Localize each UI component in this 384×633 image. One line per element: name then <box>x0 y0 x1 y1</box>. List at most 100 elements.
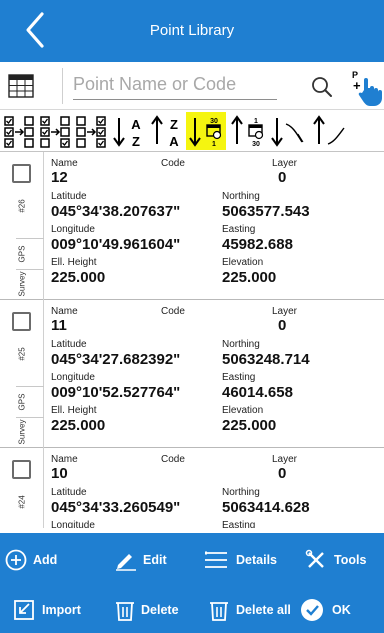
card-side: #24 <box>0 448 44 528</box>
svg-text:30: 30 <box>210 118 218 125</box>
longitude-label: Longitude <box>51 224 95 235</box>
point-index: #25 <box>17 347 27 361</box>
point-card[interactable]: #24 Name 10 Code Layer 0 Latitude 045°34… <box>0 448 384 528</box>
app-header: Point Library <box>0 0 384 62</box>
add-label: Add <box>33 553 58 567</box>
point-elevation: 225.000 <box>222 269 277 286</box>
point-latitude: 045°34'33.260549" <box>51 499 181 516</box>
gps-tab[interactable]: GPS <box>18 246 27 263</box>
longitude-label: Longitude <box>51 372 95 383</box>
sort-az-icon[interactable]: A Z <box>112 112 146 150</box>
tools-icon <box>305 549 324 568</box>
svg-text:Z: Z <box>132 134 140 149</box>
layer-label: Layer <box>272 454 298 465</box>
tools-label: Tools <box>334 553 367 567</box>
elevation-label: Elevation <box>222 405 264 416</box>
latitude-label: Latitude <box>51 339 87 350</box>
point-easting: 46014.658 <box>222 384 293 401</box>
import-label: Import <box>42 603 81 617</box>
details-label: Details <box>236 553 277 567</box>
card-side: #25 GPS Survey <box>0 300 44 448</box>
name-label: Name <box>51 306 78 317</box>
import-icon <box>14 600 34 620</box>
longitude-label: Longitude <box>51 520 95 528</box>
easting-label: Easting <box>222 520 256 528</box>
sort-date-desc-icon[interactable]: 30 1 <box>186 112 226 150</box>
code-label: Code <box>161 158 185 169</box>
svg-text:A: A <box>169 134 179 149</box>
point-index: #26 <box>17 199 27 213</box>
elevation-label: Elevation <box>222 257 264 268</box>
grid-view-icon[interactable] <box>8 74 34 98</box>
pick-point-icon[interactable]: P + <box>350 68 384 106</box>
point-card[interactable]: #26 GPS Survey Name 12 Code Layer 0 Lati… <box>0 152 384 300</box>
trash-icon <box>210 602 228 621</box>
select-all-icon[interactable] <box>2 112 36 150</box>
gps-tab[interactable]: GPS <box>18 394 27 411</box>
point-latitude: 045°34'38.207637" <box>51 203 181 220</box>
card-side: #26 GPS Survey <box>0 152 44 300</box>
survey-tab[interactable]: Survey <box>18 420 27 445</box>
page-title: Point Library <box>149 22 235 39</box>
northing-label: Northing <box>222 339 260 350</box>
action-bar: Add Edit Details Tools Import Delete Del… <box>0 533 384 633</box>
point-name: 10 <box>51 465 68 482</box>
trash-icon <box>116 602 134 621</box>
easting-label: Easting <box>222 224 256 235</box>
ell-height-label: Ell. Height <box>51 405 97 416</box>
latitude-label: Latitude <box>51 191 87 202</box>
point-northing: 5063577.543 <box>222 203 310 220</box>
point-easting: 45982.688 <box>222 236 293 253</box>
search-input[interactable] <box>73 70 277 100</box>
sort-elevation-asc-icon[interactable] <box>312 112 350 150</box>
tools-button[interactable]: Tools <box>288 535 384 585</box>
point-list[interactable]: #26 GPS Survey Name 12 Code Layer 0 Lati… <box>0 152 384 528</box>
divider <box>62 68 63 104</box>
edit-label: Edit <box>143 553 167 567</box>
point-ell-height: 225.000 <box>51 417 106 434</box>
invert-selection-icon[interactable] <box>38 112 72 150</box>
sort-elevation-icon[interactable] <box>270 112 308 150</box>
easting-label: Easting <box>222 372 256 383</box>
search-icon[interactable] <box>311 76 333 98</box>
delete-all-button[interactable]: Delete all <box>192 585 291 633</box>
delete-all-label: Delete all <box>236 603 291 617</box>
svg-text:+: + <box>353 78 361 93</box>
details-button[interactable]: Details <box>192 535 288 585</box>
point-card[interactable]: #25 GPS Survey Name 11 Code Layer 0 Lati… <box>0 300 384 448</box>
layer-label: Layer <box>272 158 298 169</box>
code-label: Code <box>161 454 185 465</box>
divider <box>16 269 44 270</box>
point-checkbox[interactable] <box>12 164 31 183</box>
code-label: Code <box>161 306 185 317</box>
edit-button[interactable]: Edit <box>96 535 192 585</box>
point-longitude: 009°10'49.961604" <box>51 236 181 253</box>
point-checkbox[interactable] <box>12 312 31 331</box>
ok-label: OK <box>332 603 351 617</box>
sort-za-icon[interactable]: Z A <box>150 112 184 150</box>
svg-text:1: 1 <box>212 141 216 148</box>
latitude-label: Latitude <box>51 487 87 498</box>
point-northing: 5063414.628 <box>222 499 310 516</box>
point-checkbox[interactable] <box>12 460 31 479</box>
add-circle-icon <box>5 549 27 571</box>
divider <box>16 386 44 387</box>
point-elevation: 225.000 <box>222 417 277 434</box>
deselect-icon[interactable] <box>74 112 108 150</box>
point-layer: 0 <box>278 169 287 186</box>
sort-date-asc-icon[interactable]: 1 30 <box>228 112 268 150</box>
name-label: Name <box>51 158 78 169</box>
point-longitude: 009°10'52.527764" <box>51 384 181 401</box>
svg-text:A: A <box>131 117 141 132</box>
add-button[interactable]: Add <box>0 535 96 585</box>
survey-tab[interactable]: Survey <box>18 272 27 297</box>
point-name: 12 <box>51 169 68 186</box>
delete-button[interactable]: Delete <box>96 585 192 633</box>
svg-text:30: 30 <box>252 141 260 148</box>
point-index: #24 <box>17 495 27 509</box>
northing-label: Northing <box>222 191 260 202</box>
svg-text:1: 1 <box>254 118 258 125</box>
point-layer: 0 <box>278 465 287 482</box>
ok-button[interactable]: OK <box>288 585 384 633</box>
import-button[interactable]: Import <box>0 585 96 633</box>
